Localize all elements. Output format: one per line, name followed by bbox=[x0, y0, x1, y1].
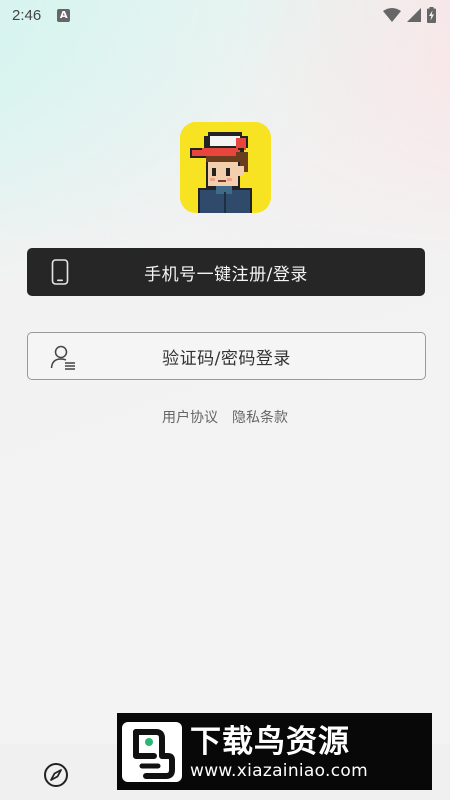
agreements-row: 用户协议 隐私条款 bbox=[0, 407, 450, 427]
code-login-label: 验证码/密码登录 bbox=[162, 348, 291, 369]
watermark-banner: 下载鸟资源 www.xiazainiao.com bbox=[117, 713, 432, 790]
status-icons bbox=[383, 7, 436, 23]
battery-charging-icon bbox=[427, 7, 436, 23]
phone-login-label: 手机号一键注册/登录 bbox=[144, 264, 308, 285]
status-time: 2:46 bbox=[12, 6, 42, 24]
pixel-boy-avatar-icon bbox=[180, 122, 271, 213]
privacy-policy-link[interactable]: 隐私条款 bbox=[232, 407, 288, 427]
watermark-title: 下载鸟资源 bbox=[190, 723, 350, 760]
watermark-bird-logo bbox=[122, 721, 182, 782]
wifi-icon bbox=[383, 8, 401, 22]
app-logo bbox=[180, 122, 271, 213]
phone-login-button[interactable]: 手机号一键注册/登录 bbox=[27, 248, 425, 296]
status-bar: 2:46 A bbox=[0, 0, 450, 30]
watermark-text: 下载鸟资源 www.xiazainiao.com bbox=[190, 723, 368, 781]
code-login-button[interactable]: 验证码/密码登录 bbox=[27, 332, 426, 380]
user-agreement-link[interactable]: 用户协议 bbox=[162, 407, 218, 427]
watermark-url: www.xiazainiao.com bbox=[190, 760, 368, 781]
signal-icon bbox=[407, 8, 421, 22]
compass-icon[interactable] bbox=[43, 762, 69, 788]
phone-icon bbox=[51, 259, 69, 285]
user-list-icon bbox=[50, 345, 75, 370]
a-icon: A bbox=[57, 8, 71, 22]
bird-icon bbox=[133, 728, 175, 779]
